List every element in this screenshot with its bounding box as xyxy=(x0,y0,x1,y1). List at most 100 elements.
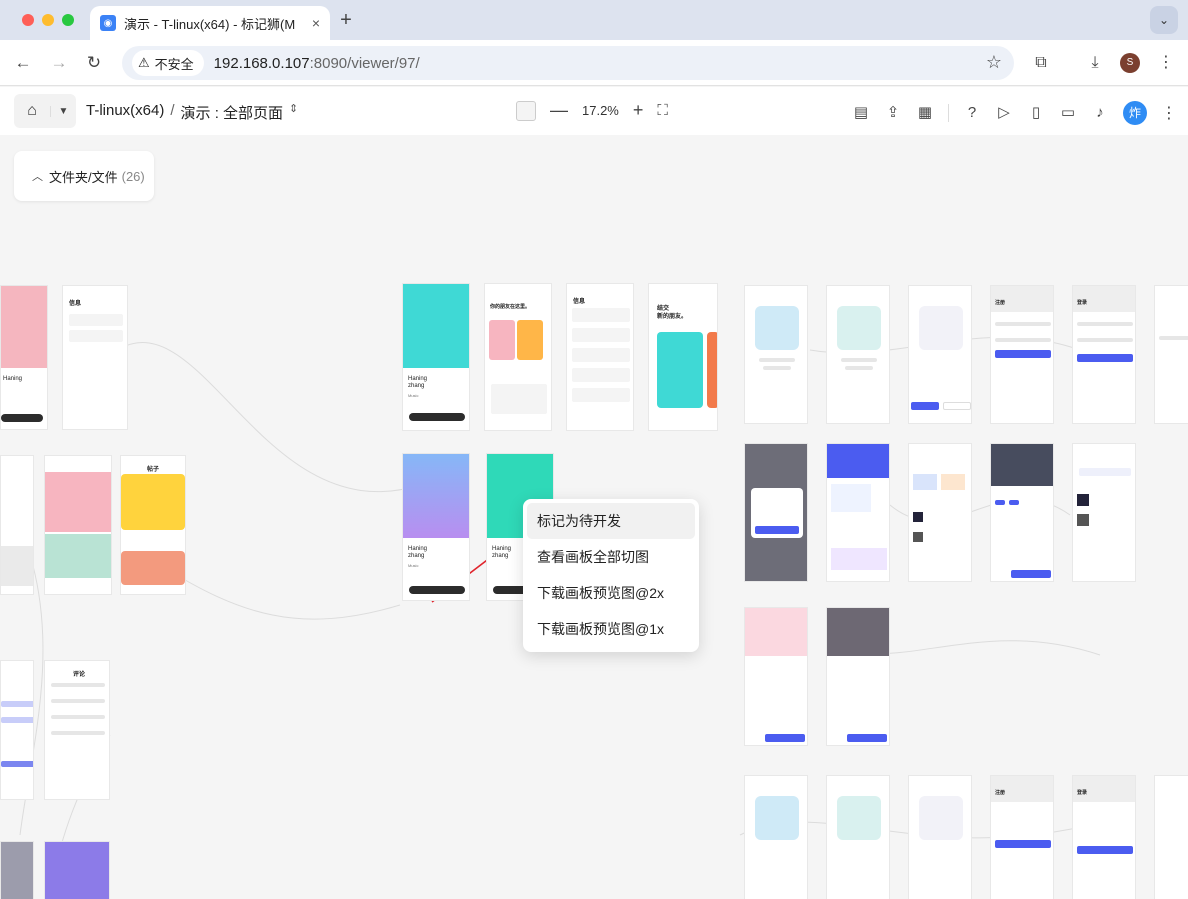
more-icon[interactable]: ⋮ xyxy=(1161,103,1177,123)
artboard[interactable] xyxy=(826,607,890,746)
artboard[interactable] xyxy=(744,285,808,424)
bookmark-star-icon[interactable]: ☆ xyxy=(986,52,1002,73)
board-title: 信息 xyxy=(69,301,82,307)
artboard[interactable]: Haning xyxy=(0,285,48,430)
breadcrumb-page[interactable]: 演示 : 全部页面 xyxy=(181,102,284,123)
artboard[interactable] xyxy=(908,285,972,424)
browser-tab-active[interactable]: ◉ 演示 - T-linux(x64) - 标记狮(M × xyxy=(90,6,330,40)
avatar-illustration xyxy=(403,284,469,368)
fit-screen-icon[interactable]: ⛶ xyxy=(657,102,668,119)
artboard[interactable] xyxy=(826,285,890,424)
menu-item-download-1x[interactable]: 下载画板预览图@1x xyxy=(527,611,695,647)
tab-search-button[interactable]: ⌄ xyxy=(1150,6,1178,34)
artboard[interactable]: 登录 xyxy=(1072,285,1136,424)
artboard[interactable] xyxy=(1072,443,1136,582)
artboard[interactable]: 信息 xyxy=(62,285,128,430)
layout-icon[interactable]: ▦ xyxy=(916,104,934,122)
security-chip[interactable]: ⚠ 不安全 xyxy=(132,50,204,76)
board-title: 帖子 xyxy=(147,467,160,473)
artboard[interactable]: 帖子 xyxy=(120,455,186,595)
zoom-in-button[interactable]: + xyxy=(633,100,644,121)
menu-item-view-slices[interactable]: 查看画板全部切图 xyxy=(527,539,695,575)
board-button xyxy=(409,586,465,594)
maximize-window-button[interactable] xyxy=(62,14,74,26)
new-tab-button[interactable]: + xyxy=(335,9,357,31)
artboard[interactable] xyxy=(908,443,972,582)
back-arrow-icon[interactable]: ← xyxy=(12,52,34,74)
artboard[interactable] xyxy=(826,775,890,899)
url-host: 192.168.0.107 xyxy=(213,54,310,72)
extensions-icon[interactable]: ⧉ xyxy=(1030,52,1052,74)
artboard[interactable]: 注册 xyxy=(990,285,1054,424)
artboard[interactable] xyxy=(908,775,972,899)
artboard[interactable]: 注册 xyxy=(990,775,1054,899)
artboard[interactable] xyxy=(1154,285,1188,424)
browser-tab-bar: ◉ 演示 - T-linux(x64) - 标记狮(M × + ⌄ xyxy=(0,0,1188,40)
artboard[interactable] xyxy=(44,841,110,899)
home-icon[interactable]: ⌂ xyxy=(14,102,50,120)
artboard[interactable]: Haning zhang Music xyxy=(402,283,470,431)
url-path: :8090/viewer/97/ xyxy=(309,54,420,72)
folder-count: (26) xyxy=(121,168,145,184)
board-title: 登录 xyxy=(1077,300,1088,306)
close-window-button[interactable] xyxy=(22,14,34,26)
board-title: 你的朋友在这里。 xyxy=(490,304,531,310)
minimize-window-button[interactable] xyxy=(42,14,54,26)
illustration xyxy=(755,306,799,350)
menu-item-mark-todo[interactable]: 标记为待开发 xyxy=(527,503,695,539)
artboard[interactable] xyxy=(44,455,112,595)
artboard[interactable]: 登录 xyxy=(1072,775,1136,899)
illustration xyxy=(837,306,881,350)
folder-history-icon[interactable]: ▭ xyxy=(1059,104,1077,122)
menu-item-download-2x[interactable]: 下载画板预览图@2x xyxy=(527,575,695,611)
board-text: Music xyxy=(408,393,419,398)
artboard[interactable]: 信息 xyxy=(566,283,634,431)
artboard[interactable] xyxy=(744,775,808,899)
board-text: zhang xyxy=(408,383,425,389)
caret-down-icon[interactable]: ▼ xyxy=(50,105,76,117)
chevron-updown-icon[interactable]: ⇕ xyxy=(289,102,298,123)
url-omnibox[interactable]: ⚠ 不安全 192.168.0.107:8090/viewer/97/ ☆ xyxy=(122,46,1014,80)
artboard[interactable]: 你的朋友在这里。 xyxy=(484,283,552,431)
play-icon[interactable]: ▷ xyxy=(995,104,1013,122)
artboard[interactable] xyxy=(826,443,890,582)
download-icon[interactable]: ⤓ xyxy=(1084,52,1106,74)
board-title: 注册 xyxy=(995,300,1006,306)
artboard[interactable] xyxy=(1154,775,1188,899)
device-icon[interactable]: ▯ xyxy=(1027,104,1045,122)
profile-avatar[interactable]: S xyxy=(1120,53,1140,73)
artboard[interactable]: 结交 新的朋友。 xyxy=(648,283,718,431)
user-avatar[interactable]: 炸 xyxy=(1123,101,1147,125)
avatar-illustration xyxy=(1,286,47,368)
reload-icon[interactable]: ↻ xyxy=(83,52,105,74)
zoom-level: 17.2% xyxy=(582,103,619,118)
folder-toggle[interactable]: ︿ 文件夹/文件 (26) xyxy=(14,151,154,201)
design-canvas[interactable]: ︿ 文件夹/文件 (26) Haning 信息 帖子 评论 Haning zha… xyxy=(0,135,1188,899)
avatar-illustration xyxy=(403,454,469,538)
url-text[interactable]: 192.168.0.107:8090/viewer/97/ xyxy=(214,55,420,72)
help-icon[interactable]: ? xyxy=(963,104,981,122)
artboard[interactable] xyxy=(0,660,34,800)
board-title: 登录 xyxy=(1077,790,1088,796)
forward-arrow-icon[interactable]: → xyxy=(48,52,70,74)
browser-address-bar: ← → ↻ ⚠ 不安全 192.168.0.107:8090/viewer/97… xyxy=(0,40,1188,86)
app-toolbar: ⌂ ▼ T-linux(x64) / 演示 : 全部页面 ⇕ — 17.2% +… xyxy=(0,87,1188,135)
background-color-swatch[interactable] xyxy=(516,100,536,121)
upload-icon[interactable]: ⇪ xyxy=(884,104,902,122)
tab-close-icon[interactable]: × xyxy=(312,15,320,31)
artboard[interactable] xyxy=(744,443,808,582)
artboard[interactable]: Haning zhang Music xyxy=(402,453,470,601)
artboard[interactable] xyxy=(0,841,34,899)
bell-icon[interactable]: ♪ xyxy=(1091,104,1109,122)
artboard[interactable] xyxy=(0,455,34,595)
board-text: Haning xyxy=(492,546,512,552)
artboard[interactable]: 评论 xyxy=(44,660,110,800)
export-file-icon[interactable]: ▤ xyxy=(852,104,870,122)
favicon-icon: ◉ xyxy=(100,15,116,31)
breadcrumb-project[interactable]: T-linux(x64) xyxy=(86,102,164,123)
artboard[interactable] xyxy=(744,607,808,746)
browser-menu-icon[interactable]: ⋮ xyxy=(1155,52,1177,74)
zoom-out-button[interactable]: — xyxy=(550,100,568,121)
artboard[interactable] xyxy=(990,443,1054,582)
breadcrumb-separator: / xyxy=(170,102,175,119)
